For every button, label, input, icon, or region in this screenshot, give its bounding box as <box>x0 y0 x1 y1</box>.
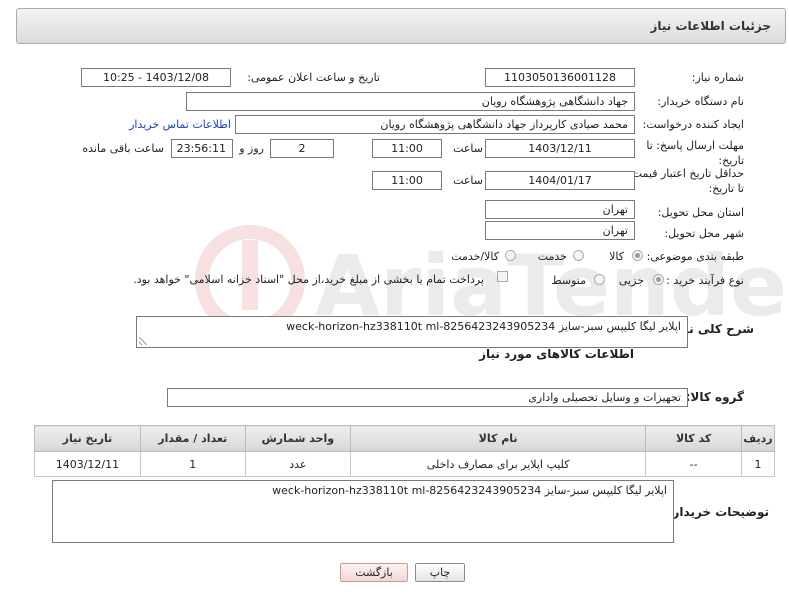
reply-deadline-label: مهلت ارسال پاسخ: تا تاریخ: <box>646 139 744 167</box>
city-field: تهران <box>485 221 635 240</box>
col-code-header: کد کالا <box>645 425 743 452</box>
cell-qty: 1 <box>139 451 246 477</box>
announce-datetime-label: تاریخ و ساعت اعلان عمومی: <box>247 71 380 84</box>
cell-row: 1 <box>741 451 775 477</box>
category-label: طبقه بندی موضوعی: <box>646 250 744 263</box>
cell-date: 1403/12/11 <box>34 451 141 477</box>
col-unit-header: واحد شمارش <box>244 425 351 452</box>
reply-date-field: 1403/12/11 <box>485 139 635 158</box>
process-radio-small[interactable] <box>653 274 664 285</box>
resize-handle[interactable] <box>139 337 147 345</box>
process-type-label: نوع فرآیند خرید : <box>666 274 744 287</box>
goods-info-heading: اطلاعات کالاهای مورد نیاز <box>479 347 634 361</box>
announce-datetime-field: 1403/12/08 - 10:25 <box>81 68 231 87</box>
validity-time-field: 11:00 <box>372 171 442 190</box>
reply-time-label: ساعت <box>453 142 483 155</box>
remaining-time-field: 23:56:11 <box>171 139 233 158</box>
buyer-notes-text: اپلایر لیگا کلیپس سبز-سایز weck-horizon-… <box>272 484 667 497</box>
col-row-header: ردیف <box>741 425 775 452</box>
category-option-service: خدمت <box>537 250 567 263</box>
general-desc-field: اپلایر لیگا کلیپس سبز-سایز weck-horizon-… <box>136 316 688 348</box>
process-option-small: جزیی <box>618 274 644 287</box>
page-title: جزئیات اطلاعات نیاز <box>650 19 771 33</box>
days-label: روز و <box>239 142 264 155</box>
validity-date-field: 1404/01/17 <box>485 171 635 190</box>
goods-table: ردیف کد کالا نام کالا واحد شمارش تعداد /… <box>34 425 775 477</box>
general-desc-text: اپلایر لیگا کلیپس سبز-سایز weck-horizon-… <box>286 320 681 333</box>
need-number-field: 1103050136001128 <box>485 68 635 87</box>
category-option-both: کالا/خدمت <box>451 250 499 263</box>
category-radio-goods[interactable] <box>632 250 643 261</box>
cell-unit: عدد <box>244 451 351 477</box>
category-radio-both[interactable] <box>505 250 516 261</box>
price-validity-label: حداقل تاریخ اعتبار قیمت: تا تاریخ: <box>628 167 744 195</box>
days-field: 2 <box>270 139 334 158</box>
contact-info-link[interactable]: اطلاعات تماس خریدار <box>129 118 231 131</box>
province-label: استان محل تحویل: <box>657 206 744 219</box>
need-number-label: شماره نیاز: <box>691 71 744 84</box>
col-qty-header: تعداد / مقدار <box>139 425 246 452</box>
category-radio-service[interactable] <box>573 250 584 261</box>
process-option-medium: متوسط <box>551 274 586 287</box>
treasury-payment-checkbox[interactable] <box>497 271 508 282</box>
table-row: 1 -- کلیپ اپلایر برای مصارف داخلی عدد 1 … <box>34 451 775 477</box>
cell-code: -- <box>645 451 743 477</box>
payment-note: پرداخت تمام یا بخشی از مبلغ خرید،از محل … <box>133 273 484 286</box>
col-date-header: تاریخ نیاز <box>34 425 141 452</box>
province-field: تهران <box>485 200 635 219</box>
buyer-notes-field: اپلایر لیگا کلیپس سبز-سایز weck-horizon-… <box>52 480 674 543</box>
cell-name: کلیپ اپلایر برای مصارف داخلی <box>349 451 647 477</box>
requester-field: محمد صیادی کارپرداز جهاد دانشگاهی پژوهشگ… <box>235 115 635 134</box>
buyer-notes-label: توضیحات خریدار: <box>667 505 769 519</box>
goods-group-field: تجهیزات و وسایل تحصیلی واداری <box>167 388 688 407</box>
city-label: شهر محل تحویل: <box>664 227 744 240</box>
col-name-header: نام کالا <box>349 425 647 452</box>
buyer-org-field: جهاد دانشگاهی پژوهشگاه رویان <box>186 92 635 111</box>
reply-time-field: 11:00 <box>372 139 442 158</box>
buyer-org-label: نام دستگاه خریدار: <box>657 95 744 108</box>
process-radio-medium[interactable] <box>594 274 605 285</box>
back-button[interactable]: بازگشت <box>340 563 408 582</box>
goods-group-label: گروه کالا: <box>685 390 744 404</box>
header-bar: جزئیات اطلاعات نیاز <box>16 8 786 44</box>
print-button[interactable]: چاپ <box>415 563 465 582</box>
category-option-goods: کالا <box>609 250 624 263</box>
requester-label: ایجاد کننده درخواست: <box>642 118 744 131</box>
table-header-row: ردیف کد کالا نام کالا واحد شمارش تعداد /… <box>34 425 775 452</box>
remaining-label: ساعت باقی مانده <box>82 142 164 155</box>
validity-time-label: ساعت <box>453 174 483 187</box>
